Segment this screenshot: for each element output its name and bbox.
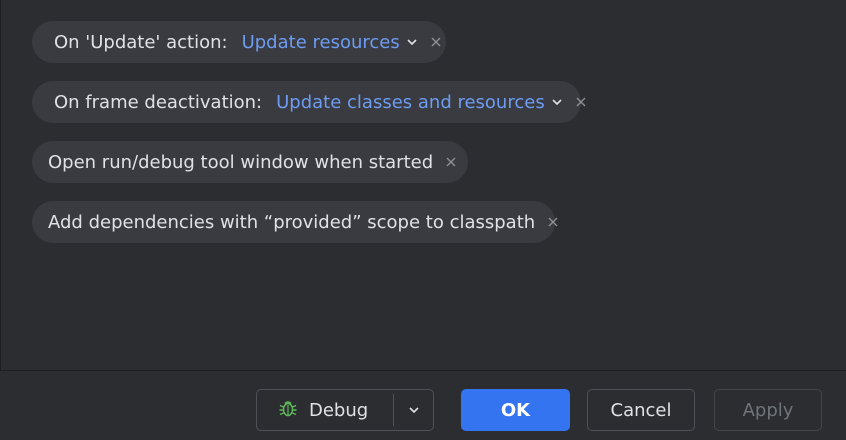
chevron-down-icon[interactable]	[406, 36, 418, 48]
option-open-tool-window-label: Open run/debug tool window when started	[48, 151, 434, 173]
close-icon[interactable]	[430, 36, 442, 48]
option-provided-scope[interactable]: Add dependencies with “provided” scope t…	[32, 201, 558, 243]
debug-dropdown-button[interactable]	[394, 390, 433, 430]
option-update-action[interactable]: On 'Update' action: Update resources	[32, 21, 446, 63]
frame-deactivation-dropdown[interactable]: Update classes and resources	[276, 92, 545, 113]
apply-button[interactable]: Apply	[714, 389, 822, 431]
update-action-dropdown[interactable]: Update resources	[242, 32, 400, 53]
debug-button-label: Debug	[309, 399, 369, 421]
close-icon[interactable]	[547, 216, 559, 228]
debug-button[interactable]: Debug	[257, 390, 393, 430]
dialog-footer: Debug OK Cancel Apply	[0, 370, 846, 440]
option-provided-scope-label: Add dependencies with “provided” scope t…	[48, 211, 536, 233]
close-icon[interactable]	[575, 96, 587, 108]
debug-split-button: Debug	[256, 389, 434, 431]
bug-icon	[277, 397, 299, 424]
options-panel: On 'Update' action: Update resources On …	[0, 0, 846, 370]
option-frame-deactivation[interactable]: On frame deactivation: Update classes an…	[32, 81, 586, 123]
chevron-down-icon	[408, 400, 420, 421]
option-frame-deactivation-label: On frame deactivation:	[54, 91, 263, 113]
chevron-down-icon[interactable]	[551, 96, 563, 108]
option-open-tool-window[interactable]: Open run/debug tool window when started	[32, 141, 468, 183]
option-update-action-label: On 'Update' action:	[54, 31, 228, 53]
ok-button[interactable]: OK	[461, 389, 570, 431]
close-icon[interactable]	[445, 156, 457, 168]
cancel-button[interactable]: Cancel	[587, 389, 695, 431]
